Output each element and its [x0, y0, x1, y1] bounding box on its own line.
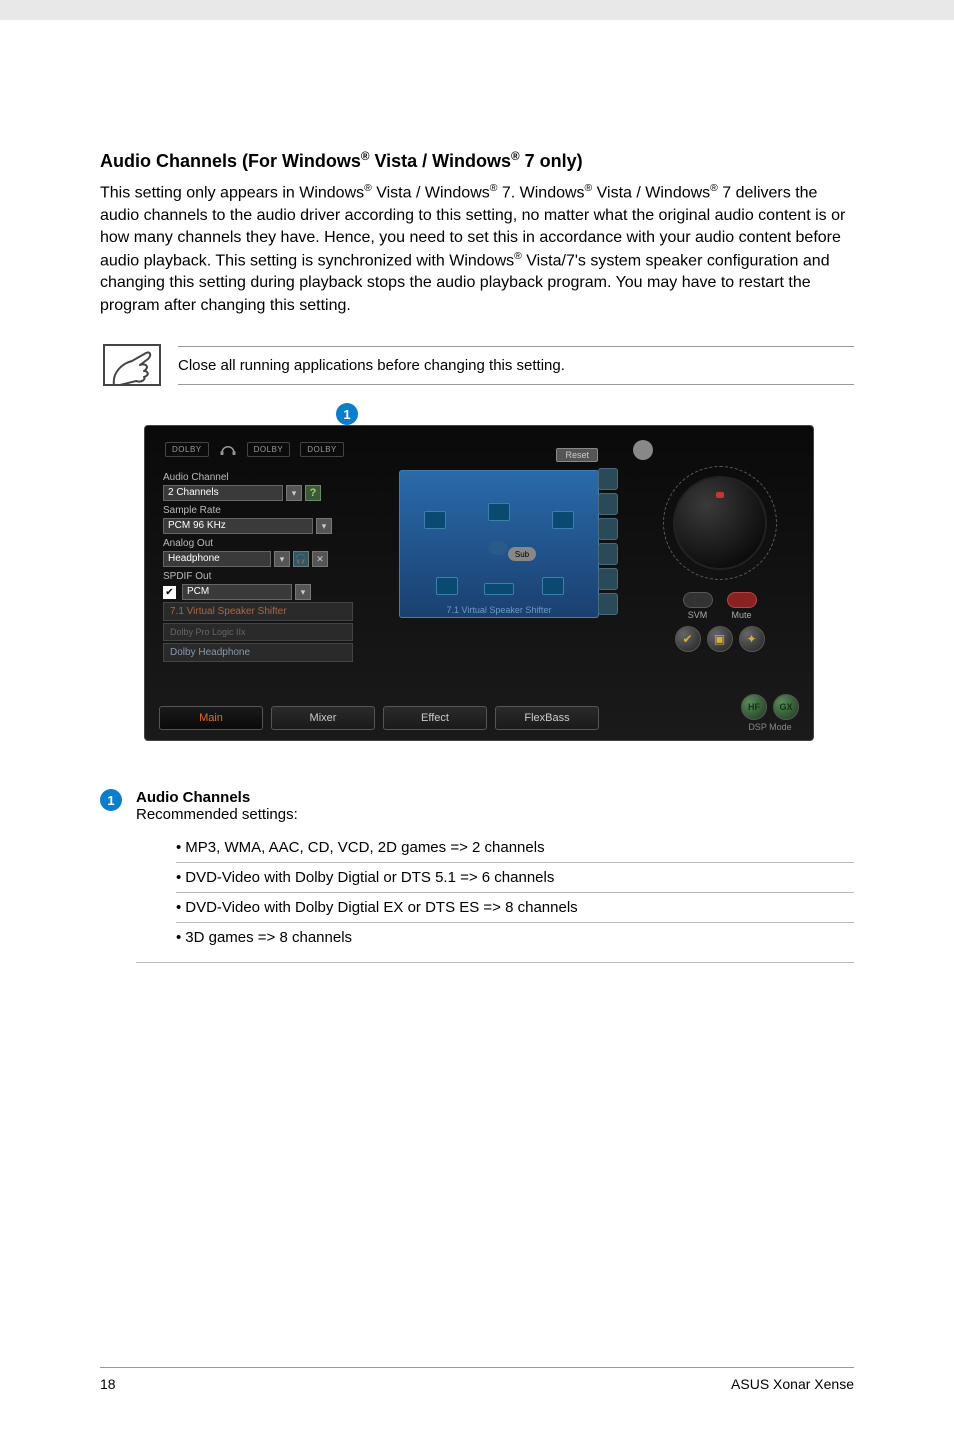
list-item: •3D games => 8 channels — [176, 922, 854, 952]
list-item: •DVD-Video with Dolby Digtial or DTS 5.1… — [176, 862, 854, 892]
group-audio-channel: Audio Channel — [163, 472, 387, 483]
app-screenshot: DOLBY DOLBY DOLBY Audio Channel 2 Channe… — [144, 425, 814, 741]
speaker-panel[interactable]: Sub 7.1 Virtual Speaker Shifter — [399, 470, 599, 618]
mute-label: Mute — [731, 610, 751, 620]
list-item: •DVD-Video with Dolby Digtial EX or DTS … — [176, 892, 854, 922]
dropdown-icon[interactable]: ▾ — [286, 485, 302, 501]
speaker-fl-icon[interactable] — [424, 511, 446, 529]
tab-mixer[interactable]: Mixer — [271, 706, 375, 730]
explain-marker-1: 1 — [100, 789, 122, 811]
dsp-hf-button[interactable]: HF — [741, 694, 767, 720]
note-text: Close all running applications before ch… — [178, 346, 854, 385]
tab-main[interactable]: Main — [159, 706, 263, 730]
sub-label[interactable]: Sub — [508, 547, 536, 561]
help-button[interactable]: ? — [305, 485, 321, 501]
dsp-gx-button[interactable]: GX — [773, 694, 799, 720]
callout-1-marker: 1 — [336, 403, 358, 425]
page-number: 18 — [100, 1376, 116, 1392]
speaker-bc-icon[interactable] — [484, 583, 514, 595]
mute-toggle[interactable] — [727, 592, 757, 608]
svm-label: SVM — [688, 610, 708, 620]
dsp-mode-label: DSP Mode — [741, 722, 799, 732]
speaker-fr-icon[interactable] — [552, 511, 574, 529]
dolby-prologic-row[interactable]: Dolby Pro Logic IIx — [163, 623, 353, 641]
section-heading: Audio Channels (For Windows® Vista / Win… — [100, 150, 854, 172]
speaker-bl-icon[interactable] — [436, 577, 458, 595]
reset-button[interactable]: Reset — [556, 448, 598, 462]
group-analog-out: Analog Out — [163, 538, 387, 549]
explain-subtitle: Recommended settings: — [136, 806, 854, 823]
sample-rate-select[interactable]: PCM 96 KHz — [163, 518, 313, 534]
mode-btn-2[interactable]: ▣ — [707, 626, 733, 652]
product-name: ASUS Xonar Xense — [731, 1376, 854, 1392]
speaker-fc-icon[interactable] — [488, 503, 510, 521]
spdif-checkbox[interactable]: ✔ — [163, 586, 176, 599]
mode-btn-1[interactable]: ✔ — [675, 626, 701, 652]
hp-icon[interactable]: 🎧 — [293, 551, 309, 567]
headphones-icon — [219, 442, 237, 456]
collapse-down-icon[interactable] — [633, 440, 653, 460]
dropdown-icon[interactable]: ▾ — [295, 584, 311, 600]
dolby-badge-3: DOLBY — [300, 442, 344, 457]
speaker-br-icon[interactable] — [542, 577, 564, 595]
listener-icon[interactable] — [488, 541, 508, 555]
volume-knob[interactable] — [673, 476, 767, 570]
mode-btn-3[interactable]: ✦ — [739, 626, 765, 652]
speaker-panel-label: 7.1 Virtual Speaker Shifter — [400, 605, 598, 615]
virtual-speaker-row[interactable]: 7.1 Virtual Speaker Shifter — [163, 602, 353, 621]
group-spdif-out: SPDIF Out — [163, 571, 387, 582]
tab-effect[interactable]: Effect — [383, 706, 487, 730]
audio-channel-select[interactable]: 2 Channels — [163, 485, 283, 501]
dropdown-icon[interactable]: ▾ — [274, 551, 290, 567]
section-body: This setting only appears in Windows® Vi… — [100, 182, 854, 317]
tab-flexbass[interactable]: FlexBass — [495, 706, 599, 730]
analog-out-select[interactable]: Headphone — [163, 551, 271, 567]
list-item: •MP3, WMA, AAC, CD, VCD, 2D games => 2 c… — [176, 833, 854, 862]
group-sample-rate: Sample Rate — [163, 505, 387, 516]
dropdown-icon[interactable]: ▾ — [316, 518, 332, 534]
dolby-headphone-row[interactable]: Dolby Headphone — [163, 643, 353, 662]
note-hand-icon — [100, 341, 164, 389]
config-icon[interactable]: ✕ — [312, 551, 328, 567]
explain-title: Audio Channels — [136, 789, 854, 806]
dolby-badge-2: DOLBY — [247, 442, 291, 457]
dolby-badge: DOLBY — [165, 442, 209, 457]
spdif-out-select[interactable]: PCM — [182, 584, 292, 600]
svm-toggle[interactable] — [683, 592, 713, 608]
